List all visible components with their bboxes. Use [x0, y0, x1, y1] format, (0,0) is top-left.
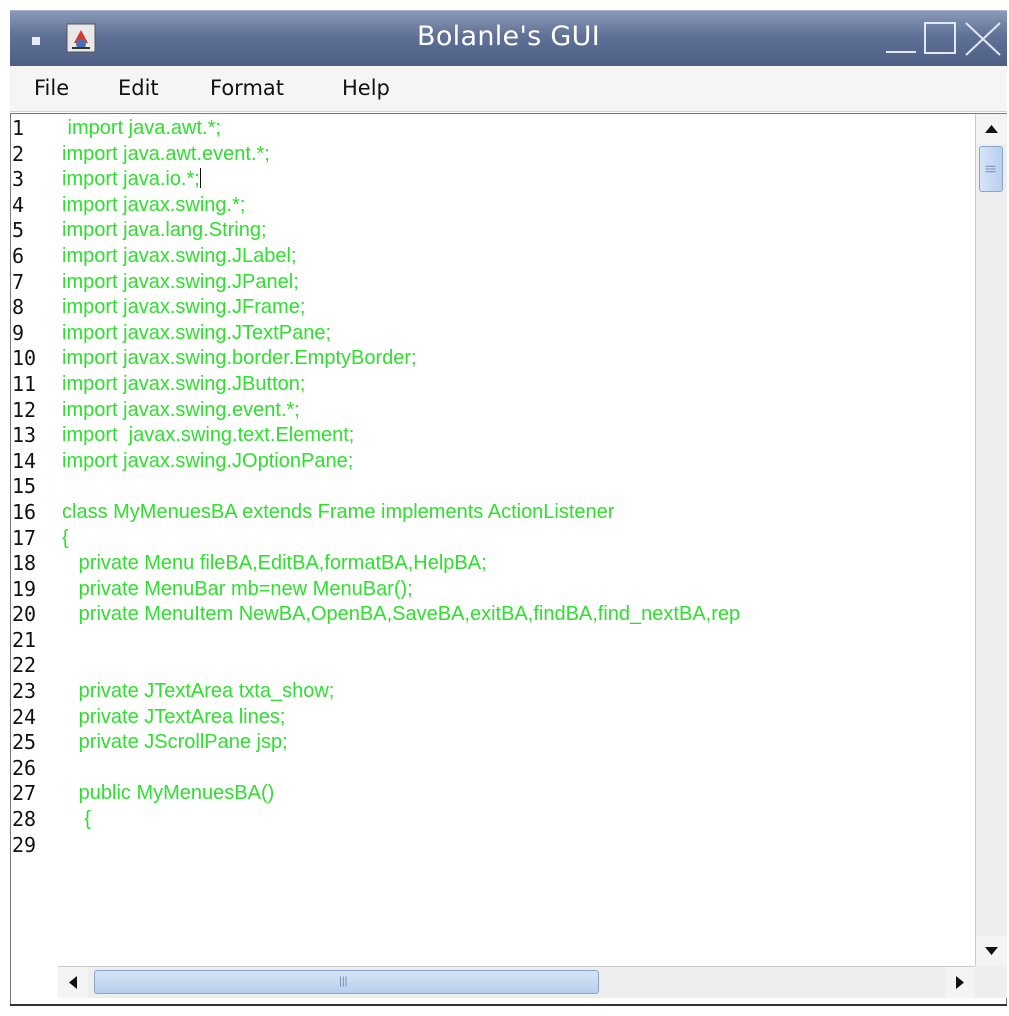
code-line: import java.lang.String; [62, 219, 267, 242]
line-number: 5 [12, 218, 25, 243]
scroll-down-arrow-icon[interactable] [976, 936, 1007, 966]
line-number: 23 [12, 679, 37, 704]
code-line: import javax.swing.JPanel; [62, 270, 299, 293]
code-line: private Menu fileBA,EditBA,formatBA,Help… [62, 552, 487, 575]
code-line: import java.io.*; [62, 168, 201, 191]
vertical-scrollbar[interactable] [975, 114, 1007, 966]
line-number: 2 [12, 141, 25, 166]
line-number: 12 [12, 397, 37, 422]
scroll-corner [975, 966, 1007, 998]
line-number: 27 [12, 781, 37, 806]
code-line: import javax.swing.text.Element; [62, 424, 355, 447]
line-number: 13 [12, 423, 37, 448]
vertical-scroll-thumb[interactable] [979, 146, 1003, 192]
text-caret [199, 168, 201, 189]
line-number: 29 [12, 832, 37, 857]
code-line: private JTextArea lines; [62, 705, 286, 728]
window-title: Bolanle's GUI [417, 21, 600, 52]
line-number: 14 [12, 448, 37, 473]
line-number: 1 [12, 116, 25, 140]
title-bar[interactable]: Bolanle's GUI [10, 10, 1007, 66]
code-line: private JTextArea txta_show; [62, 680, 335, 703]
line-number: 26 [12, 755, 37, 780]
scroll-left-arrow-icon[interactable] [58, 967, 88, 998]
line-number: 25 [12, 730, 37, 755]
menu-edit[interactable]: Edit [118, 76, 159, 100]
code-line: import javax.swing.*; [62, 193, 246, 216]
code-text-area[interactable]: import java.awt.*; import java.awt.event.… [62, 116, 974, 966]
line-number: 6 [12, 243, 25, 268]
code-line: class MyMenuesBA extends Frame implement… [62, 500, 615, 523]
line-number: 22 [12, 653, 37, 678]
horizontal-scrollbar[interactable] [58, 966, 975, 998]
line-number: 8 [12, 295, 25, 320]
line-number: 18 [12, 551, 37, 576]
scroll-right-arrow-icon[interactable] [945, 967, 975, 998]
line-number-gutter: 1 2 3 4 5 6 7 8 9 10 11 12 13 14 15 16 17 18 19 20 21 22 23 24 2… [12, 116, 56, 966]
line-number: 19 [12, 576, 37, 601]
line-number: 28 [12, 807, 37, 832]
code-line: { [62, 808, 91, 831]
grip-icon [340, 976, 347, 987]
menu-help[interactable]: Help [342, 76, 390, 100]
line-number: 11 [12, 371, 37, 396]
scroll-up-arrow-icon[interactable] [976, 114, 1007, 144]
line-number: 9 [12, 320, 25, 345]
code-line: public MyMenuesBA() [62, 782, 275, 805]
line-number: 10 [12, 346, 37, 371]
line-number: 4 [12, 192, 25, 217]
line-number: 15 [12, 474, 37, 499]
grip-icon [985, 165, 996, 173]
line-number: 16 [12, 499, 37, 524]
code-line: import javax.swing.JOptionPane; [62, 449, 354, 472]
code-line: import java.awt.event.*; [62, 142, 270, 165]
maximize-button[interactable] [922, 19, 962, 59]
line-number: 24 [12, 704, 37, 729]
minimize-button[interactable] [880, 19, 920, 59]
code-line: private JScrollPane jsp; [62, 731, 288, 754]
code-line: import javax.swing.border.EmptyBorder; [62, 347, 417, 370]
code-line: { [62, 526, 69, 549]
menu-format[interactable]: Format [210, 76, 284, 100]
menu-file[interactable]: File [34, 76, 69, 100]
code-line: import javax.swing.JTextPane; [62, 321, 332, 344]
app-window: Bolanle's GUI File Edit Format Help 1234… [0, 0, 1009, 1016]
menu-bar: File Edit Format Help [10, 66, 1007, 112]
code-line: import javax.swing.JLabel; [62, 244, 297, 267]
code-line: private MenuBar mb=new MenuBar(); [62, 577, 413, 600]
horizontal-scroll-thumb[interactable] [94, 970, 599, 994]
close-button[interactable] [962, 19, 1002, 59]
code-line: import java.awt.*; [62, 117, 221, 139]
code-line: private MenuItem NewBA,OpenBA,SaveBA,exi… [62, 603, 741, 626]
code-line: import javax.swing.JButton; [62, 372, 306, 395]
line-number: 7 [12, 269, 25, 294]
line-number: 17 [12, 525, 37, 550]
line-number: 3 [12, 167, 25, 192]
line-number: 21 [12, 627, 37, 652]
code-line: import javax.swing.JFrame; [62, 296, 306, 319]
line-number: 20 [12, 602, 37, 627]
code-line: import javax.swing.event.*; [62, 398, 300, 421]
window-bottom-edge [10, 1004, 1007, 1006]
